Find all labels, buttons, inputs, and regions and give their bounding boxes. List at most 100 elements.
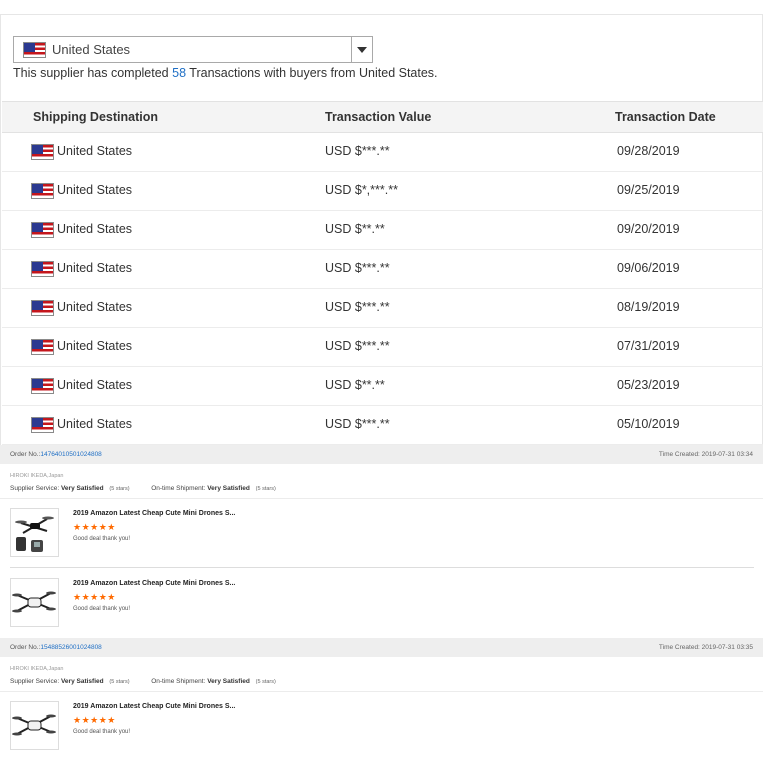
table-row: United States USD $**.** 05/23/2019 [2,367,763,406]
row-value: USD $***.** [325,339,390,353]
table-row: United States USD $***.** 07/31/2019 [2,328,763,367]
table-row: United States USD $***.** 09/06/2019 [2,250,763,289]
row-date: 09/28/2019 [617,144,680,158]
row-destination: United States [57,300,133,314]
us-flag-icon [31,183,54,199]
transaction-count: 58 [172,66,187,80]
country-select-value: United States [52,42,131,57]
us-flag-icon [31,339,54,355]
product-title[interactable]: 2019 Amazon Latest Cheap Cute Mini Drone… [73,580,235,587]
star-rating: ★★★★★ [73,715,116,725]
supplier-service-value: Very Satisfied [60,678,104,685]
time-created: Time Created: 2019-07-31 03:34 [658,451,753,458]
drone-thumbnail[interactable] [10,508,59,557]
row-value: USD $***.** [325,144,390,158]
row-date: 09/25/2019 [617,183,680,197]
row-value: USD $*,***.** [325,183,398,197]
row-date: 09/20/2019 [617,222,680,236]
header-transaction-date: Transaction Date [615,110,716,124]
order-ratings: Supplier Service: Very Satisfied (5 star… [10,485,276,492]
supplier-service-label: Supplier Service: [10,678,60,685]
us-flag-icon [31,417,54,433]
star-rating: ★★★★★ [73,522,116,532]
country-select[interactable]: United States [13,36,373,63]
order-number-link[interactable]: 147640105010248­08 [40,451,101,458]
order-number-link[interactable]: 15488526001024808 [40,644,101,651]
table-row: United States USD $**.** 09/20/2019 [2,211,763,250]
review-text: Good deal thank you! [73,536,131,542]
supplier-service-value: Very Satisfied [60,485,104,492]
table-row: United States USD $***.** 05/10/2019 [2,406,763,445]
divider [0,691,763,692]
order-header: Order No.:15488526001024808 Time Created… [0,638,763,657]
row-value: USD $***.** [325,417,390,431]
table-row: United States USD $*,***.** 09/25/2019 [2,172,763,211]
row-value: USD $***.** [325,261,390,275]
us-flag-icon [31,300,54,316]
order-number-label: Order No.: [10,451,41,458]
transaction-rows: United States USD $***.** 09/28/2019 Unite… [2,133,763,445]
star-rating: ★★★★★ [73,592,116,602]
supplier-service-stars: (5 stars) [109,679,130,685]
divider [10,567,754,568]
row-date: 09/06/2019 [617,261,680,275]
us-flag-icon [31,144,54,160]
header-transaction-value: Transaction Value [325,110,432,124]
transaction-summary: This supplier has completed 58 Transacti… [13,66,438,80]
divider [0,498,763,499]
product-title[interactable]: 2019 Amazon Latest Cheap Cute Mini Drone… [73,510,235,517]
row-value: USD $**.** [325,222,385,236]
row-destination: United States [57,144,133,158]
us-flag-icon [31,378,54,394]
order-number: Order No.:147640105010248­08 [10,451,102,458]
shipment-label: On-time Shipment: [151,678,206,685]
table-row: United States USD $***.** 09/28/2019 [2,133,763,172]
order-header: Order No.:147640105010248­08 Time Create… [0,445,763,464]
row-date: 05/23/2019 [617,378,680,392]
row-destination: United States [57,339,133,353]
dropdown-arrow-button[interactable] [351,37,372,62]
summary-suffix: Transactions with buyers from United Sta… [189,66,438,80]
table-row: United States USD $***.** 08/19/2019 [2,289,763,328]
table-header: Shipping Destination Transaction Value T… [2,101,763,133]
review-item: 2019 Amazon Latest Cheap Cute Mini Drone… [10,508,754,560]
supplier-service-stars: (5 stars) [109,486,130,492]
order-number-label: Order No.: [10,644,41,651]
row-destination: United States [57,183,133,197]
row-date: 07/31/2019 [617,339,680,353]
shipment-value: Very Satisfied [207,678,250,685]
row-date: 08/19/2019 [617,300,680,314]
review-text: Good deal thank you! [73,606,131,612]
us-flag-icon [31,261,54,277]
shipment-value: Very Satisfied [207,485,250,492]
drone-thumbnail[interactable] [10,701,59,750]
shipment-label: On-time Shipment: [151,485,206,492]
us-flag-icon [31,222,54,238]
review-item: 2019 Amazon Latest Cheap Cute Mini Drone… [10,578,754,630]
row-value: USD $***.** [325,300,390,314]
row-date: 05/10/2019 [617,417,680,431]
order-card: Order No.:15488526001024808 Time Created… [0,638,763,761]
row-destination: United States [57,378,133,392]
review-text: Good deal thank you! [73,729,131,735]
review-item: 2019 Amazon Latest Cheap Cute Mini Drone… [10,701,754,753]
buyer-name: HIROKI IKEDA,Japan [10,666,64,672]
shipment-stars: (5 stars) [255,486,276,492]
order-card: Order No.:147640105010248­08 Time Create… [0,445,763,638]
row-value: USD $**.** [325,378,385,392]
order-ratings: Supplier Service: Very Satisfied (5 star… [10,678,276,685]
row-destination: United States [57,261,133,275]
transactions-panel: United States This supplier has complete… [0,14,763,445]
buyer-name: HIROKI IKEDA,Japan [10,473,64,479]
product-title[interactable]: 2019 Amazon Latest Cheap Cute Mini Drone… [73,703,235,710]
row-destination: United States [57,417,133,431]
drone-thumbnail[interactable] [10,578,59,627]
row-destination: United States [57,222,133,236]
chevron-down-icon [357,46,367,53]
us-flag-icon [23,41,46,58]
summary-prefix: This supplier has completed [13,66,169,80]
header-shipping-destination: Shipping Destination [33,110,158,124]
order-number: Order No.:15488526001024808 [10,644,102,651]
supplier-service-label: Supplier Service: [10,485,60,492]
shipment-stars: (5 stars) [255,679,276,685]
